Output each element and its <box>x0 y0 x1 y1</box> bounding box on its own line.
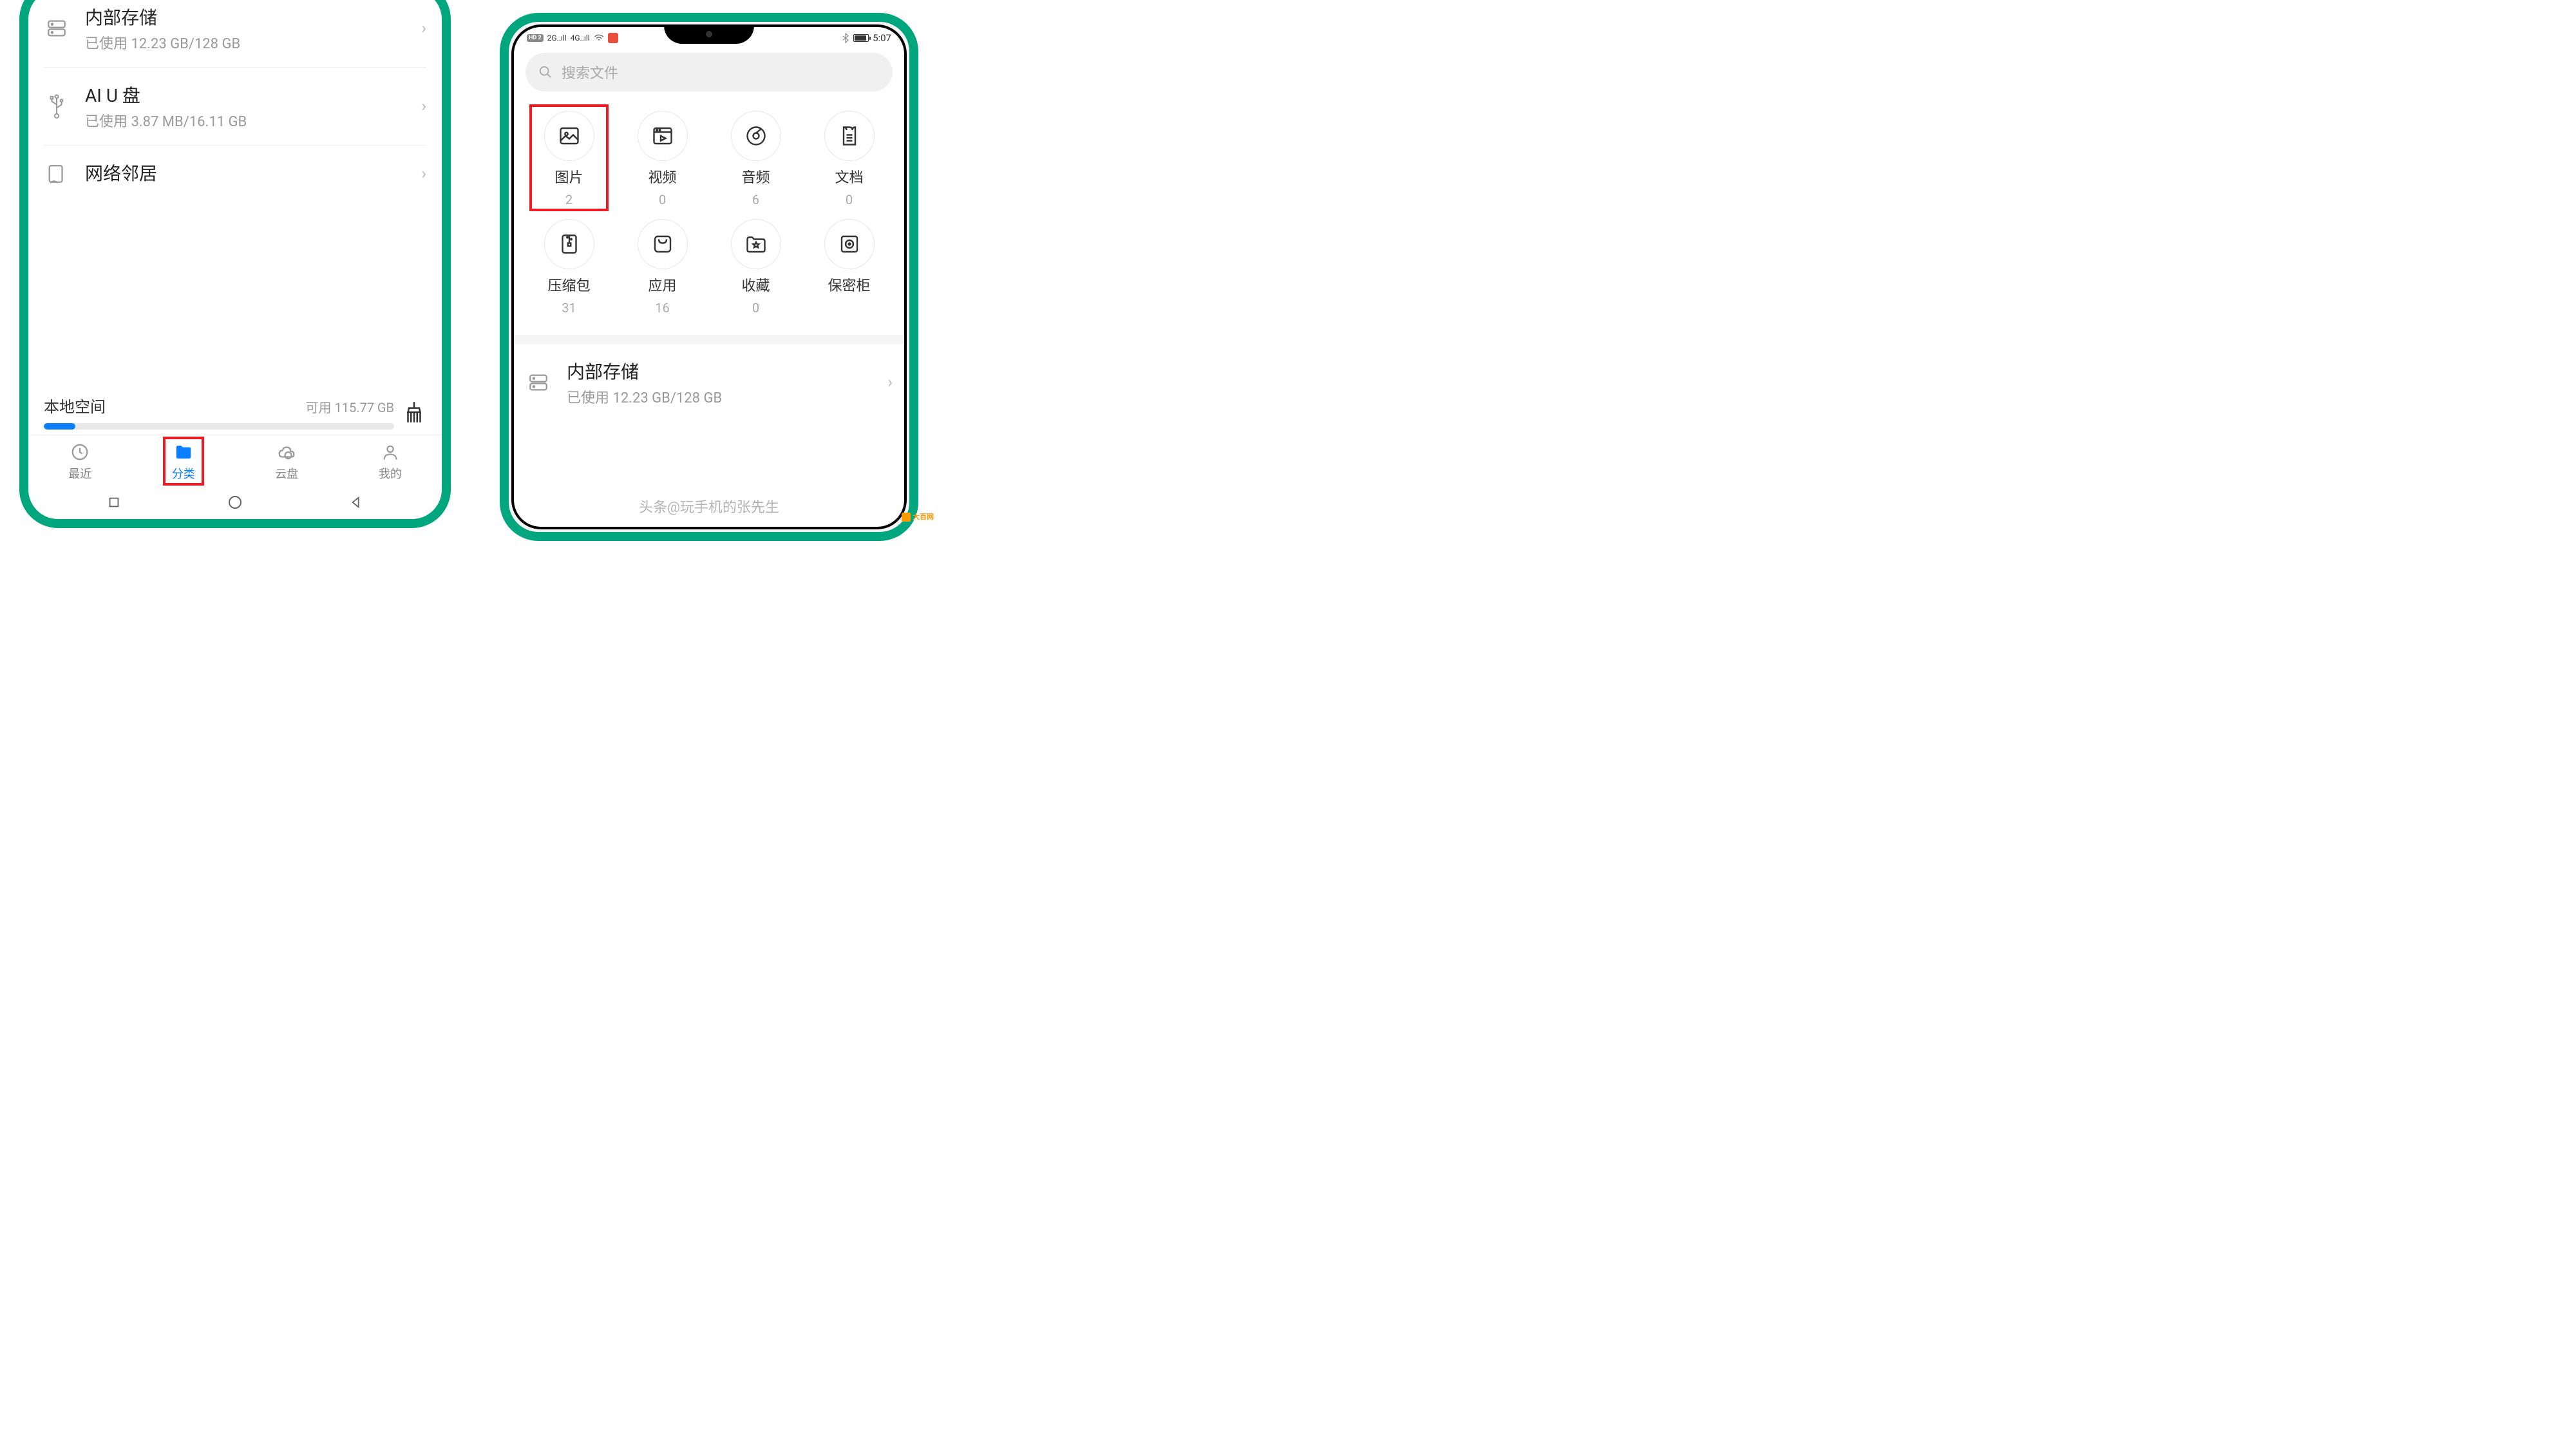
row-title: 内部存储 <box>567 358 872 384</box>
storage-row-internal[interactable]: 内部存储 已使用 12.23 GB/128 GB › <box>526 344 893 421</box>
chevron-right-icon: › <box>421 19 426 38</box>
app-icon <box>638 219 688 269</box>
cat-count: 0 <box>846 192 853 207</box>
local-title: 本地空间 <box>44 394 106 417</box>
nav-back-icon[interactable] <box>349 495 363 509</box>
video-icon <box>638 111 688 161</box>
row-title: 网络邻居 <box>85 160 406 185</box>
cloud-icon <box>276 442 298 462</box>
row-subtitle: 已使用 12.23 GB/128 GB <box>85 32 406 53</box>
category-favorites[interactable]: 收藏 0 <box>712 219 799 316</box>
tab-label: 分类 <box>172 465 195 482</box>
cat-label: 应用 <box>648 274 676 295</box>
cleanup-icon[interactable] <box>402 400 426 424</box>
search-placeholder: 搜索文件 <box>562 62 618 82</box>
row-subtitle: 已使用 12.23 GB/128 GB <box>567 386 872 407</box>
battery-icon <box>853 34 869 42</box>
nav-recent-icon[interactable] <box>107 495 121 509</box>
cat-count: 2 <box>565 192 573 207</box>
cat-count: 16 <box>655 300 669 316</box>
hdd-icon <box>44 17 70 39</box>
search-icon <box>538 65 553 79</box>
clock-time: 5:07 <box>873 32 891 44</box>
app-badge-icon <box>608 33 618 43</box>
zip-icon <box>544 219 594 269</box>
cat-count: 31 <box>562 300 576 316</box>
audio-icon <box>731 111 781 161</box>
site-logo: 大百网 <box>902 511 934 522</box>
chevron-right-icon: › <box>887 373 893 392</box>
tab-label: 最近 <box>68 465 91 482</box>
cat-label: 图片 <box>554 166 583 187</box>
cat-label: 视频 <box>648 166 676 187</box>
tab-label: 云盘 <box>275 465 298 482</box>
doc-icon <box>824 111 875 161</box>
storage-row-internal[interactable]: 内部存储 已使用 12.23 GB/128 GB › <box>44 0 426 68</box>
local-space-section: 本地空间 可用 115.77 GB <box>28 384 442 435</box>
network-icon <box>44 163 70 185</box>
chevron-right-icon: › <box>421 164 426 184</box>
storage-row-network[interactable]: 网络邻居 › <box>44 146 426 202</box>
tab-label: 我的 <box>379 465 402 482</box>
row-title: 内部存储 <box>85 4 406 30</box>
wifi-icon <box>594 34 604 42</box>
category-video[interactable]: 视频 0 <box>619 111 706 207</box>
cat-count: 0 <box>659 192 666 207</box>
left-phone-frame: 内部存储 已使用 12.23 GB/128 GB › AI U 盘 已使用 3.… <box>19 0 451 528</box>
clock-icon <box>70 442 90 462</box>
android-navbar <box>28 486 442 519</box>
cat-label: 压缩包 <box>547 274 590 295</box>
folder-icon <box>173 442 194 462</box>
cat-count: 0 <box>752 300 759 316</box>
hd-badge: HD 2 <box>527 34 544 42</box>
chevron-right-icon: › <box>421 97 426 116</box>
cat-label: 音频 <box>741 166 770 187</box>
storage-row-usb[interactable]: AI U 盘 已使用 3.87 MB/16.11 GB › <box>44 68 426 146</box>
watermark-text: 头条@玩手机的张先生 <box>639 496 779 516</box>
hdd-icon <box>526 372 551 393</box>
cat-label: 收藏 <box>741 274 770 295</box>
category-audio[interactable]: 音频 6 <box>712 111 799 207</box>
bottom-tabs: 最近 分类 云盘 我的 <box>28 435 442 486</box>
tab-cloud[interactable]: 云盘 <box>275 442 298 482</box>
usb-icon <box>44 93 70 119</box>
category-images[interactable]: 图片 2 <box>526 111 612 207</box>
storage-list: 内部存储 已使用 12.23 GB/128 GB › AI U 盘 已使用 3.… <box>28 0 442 202</box>
safe-icon <box>824 219 875 269</box>
category-archive[interactable]: 压缩包 31 <box>526 219 612 316</box>
row-subtitle: 已使用 3.87 MB/16.11 GB <box>85 110 406 131</box>
category-apps[interactable]: 应用 16 <box>619 219 706 316</box>
search-input[interactable]: 搜索文件 <box>526 53 893 91</box>
signal-2g: 2G..ıll <box>547 33 567 43</box>
local-available: 可用 115.77 GB <box>306 397 394 416</box>
tab-mine[interactable]: 我的 <box>379 442 402 482</box>
category-safe[interactable]: 保密柜 <box>806 219 893 316</box>
right-phone-frame: HD 2 2G..ıll 4G..ıll 5:07 搜索文件 <box>500 13 918 541</box>
cat-count: 6 <box>752 192 759 207</box>
row-title: AI U 盘 <box>85 82 406 108</box>
image-icon <box>544 111 594 161</box>
phone-notch <box>664 26 754 44</box>
cat-label: 文档 <box>835 166 863 187</box>
category-grid: 图片 2 视频 0 音频 6 文档 0 压缩包 31 <box>514 98 904 328</box>
signal-4g: 4G..ıll <box>571 33 590 43</box>
bluetooth-icon <box>842 33 849 43</box>
nav-home-icon[interactable] <box>227 495 243 510</box>
fav-icon <box>731 219 781 269</box>
cat-label: 保密柜 <box>828 274 870 295</box>
tab-category[interactable]: 分类 <box>172 442 195 482</box>
user-icon <box>381 442 399 462</box>
storage-progressbar <box>44 423 394 430</box>
category-docs[interactable]: 文档 0 <box>806 111 893 207</box>
tab-recent[interactable]: 最近 <box>68 442 91 482</box>
